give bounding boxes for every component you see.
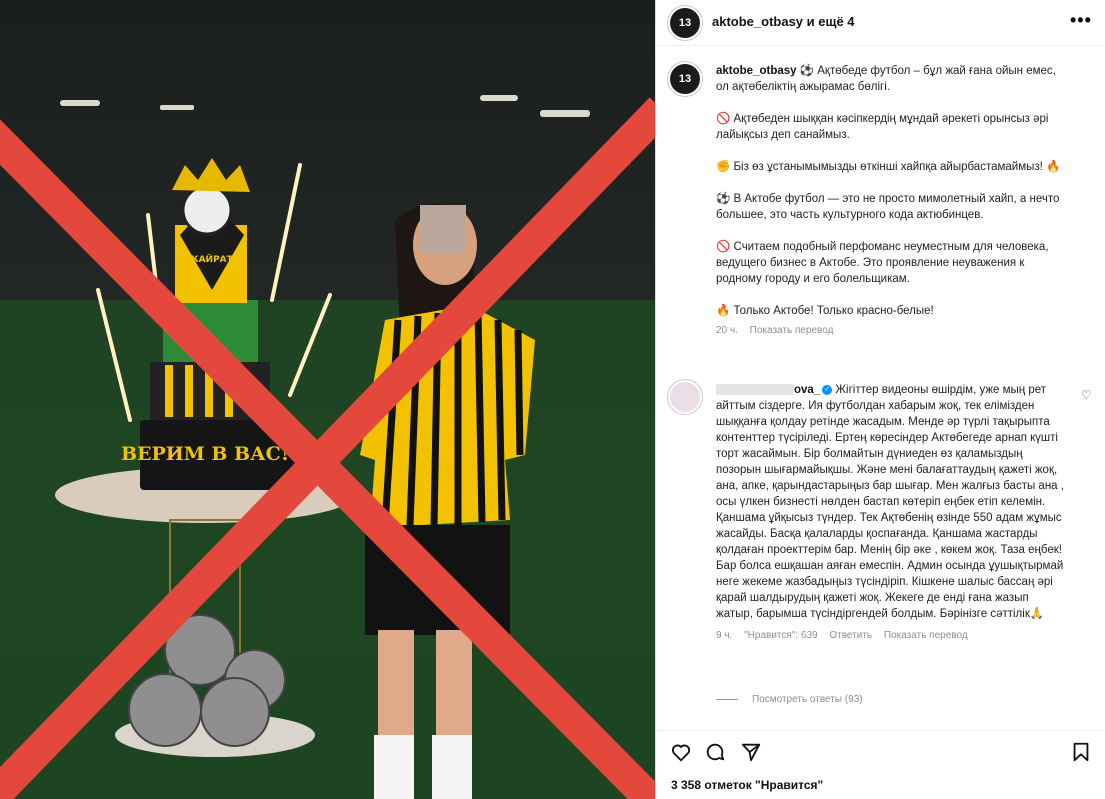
comment-body: Жігіттер видеоны өшірдім, уже мың рет ай…: [716, 384, 1064, 620]
caption-meta: 20 ч. Показать перевод: [716, 323, 1066, 339]
likes-count[interactable]: 3 358 отметок "Нравится": [671, 778, 823, 792]
post-author[interactable]: aktobe_otbasy и ещё 4: [712, 14, 855, 29]
comment-like-heart-icon[interactable]: ♡: [1081, 388, 1092, 402]
caption-translate-link[interactable]: Показать перевод: [750, 325, 834, 336]
action-bar: [656, 730, 1105, 771]
caption-paragraph: 🚫 Считаем подобный перфоманс неуместным …: [716, 241, 1049, 285]
comment-time[interactable]: 9 ч.: [716, 630, 732, 641]
blurred-username: [716, 384, 794, 396]
share-send-icon[interactable]: [740, 741, 762, 763]
like-heart-icon[interactable]: [670, 741, 692, 763]
cake-logo: КАЙРАТ: [191, 253, 233, 265]
caption-paragraph: ⚽ В Актобе футбол — это не просто мимоле…: [716, 193, 1060, 221]
post-sidebar: 13 aktobe_otbasy и ещё 4 ••• 13 aktobe_o…: [655, 0, 1105, 799]
comment-bubble-icon[interactable]: [704, 741, 726, 763]
comment: ova_ ✓ Жігіттер видеоны өшірдім, уже мың …: [716, 382, 1066, 644]
caption-paragraph: 🔥 Только Актобе! Только красно-белые!: [716, 305, 934, 317]
blurred-face: [420, 205, 466, 253]
caption-paragraph: 🚫 Ақтөбеден шыққан кәсіпкердің мұндай әр…: [716, 113, 1049, 141]
post-image: ВЕРИМ В ВАС! КАЙРАТ: [0, 95, 655, 799]
caption-username[interactable]: aktobe_otbasy: [716, 65, 797, 77]
commenter-avatar[interactable]: [670, 382, 700, 412]
avatar[interactable]: 13: [670, 8, 700, 38]
comment-meta: 9 ч. "Нравится": 639 Ответить Показать п…: [716, 628, 1066, 644]
caption-avatar[interactable]: 13: [670, 64, 700, 94]
stadium-lights: [20, 95, 630, 175]
view-replies-link[interactable]: Посмотреть ответы (93): [716, 694, 863, 705]
caption-time[interactable]: 20 ч.: [716, 325, 738, 336]
post-header: 13 aktobe_otbasy и ещё 4 •••: [656, 0, 1105, 46]
more-options-icon[interactable]: •••: [1070, 10, 1092, 31]
caption: aktobe_otbasy ⚽ Ақтөбеде футбол – бұл жа…: [716, 63, 1066, 339]
caption-paragraph: ✊ Біз өз ұстанымымызды өткінші хайпқа ай…: [716, 161, 1061, 173]
comment-likes[interactable]: "Нравится": 639: [744, 630, 817, 641]
comment-reply-link[interactable]: Ответить: [829, 630, 872, 641]
comments-section[interactable]: 13 aktobe_otbasy ⚽ Ақтөбеде футбол – бұл…: [656, 46, 1105, 722]
comment-translate-link[interactable]: Показать перевод: [884, 630, 968, 641]
comment-username[interactable]: ova_: [794, 384, 820, 396]
post-media[interactable]: ВЕРИМ В ВАС! КАЙРАТ: [0, 0, 655, 799]
save-bookmark-icon[interactable]: [1071, 741, 1091, 763]
verified-badge-icon: ✓: [822, 384, 833, 395]
cake-banner: ВЕРИМ В ВАС!: [121, 443, 289, 465]
